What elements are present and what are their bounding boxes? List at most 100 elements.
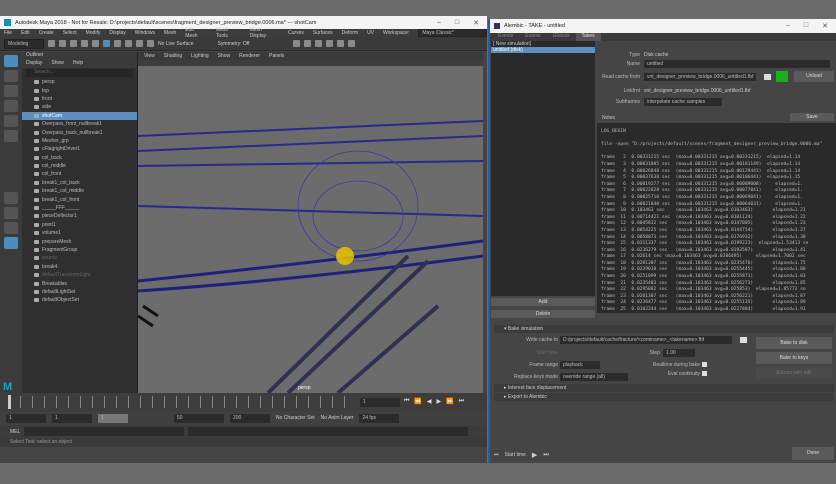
menu-windows[interactable]: Windows — [135, 30, 155, 36]
redo-icon[interactable] — [92, 40, 99, 47]
viewport-panel[interactable]: View Shading Lighting Show Renderer Pane… — [138, 52, 483, 393]
workspace-select[interactable]: Maya Classic* — [418, 29, 487, 37]
close-icon[interactable]: ✕ — [822, 22, 828, 30]
menu-select[interactable]: Select — [63, 30, 77, 36]
go-to-start-icon[interactable]: ⏮ — [404, 398, 409, 405]
range-slider-handle[interactable]: 1 — [98, 413, 128, 423]
viewport-menu-renderer[interactable]: Renderer — [239, 53, 260, 59]
outliner-item[interactable]: defaultObjectSet — [22, 296, 137, 304]
outliner-item[interactable]: col_middle — [22, 162, 137, 170]
snap-curve-icon[interactable] — [125, 40, 132, 47]
outliner-item[interactable]: defaultTransformLight — [22, 271, 137, 279]
tab-events-2[interactable]: Events — [519, 33, 546, 41]
outliner-item[interactable]: persp — [22, 78, 137, 86]
outliner-item[interactable]: break1_col_front — [22, 195, 137, 203]
outliner-item[interactable]: top — [22, 86, 137, 94]
viewport-menu-view[interactable]: View — [144, 53, 155, 59]
maximize-icon[interactable]: □ — [455, 19, 459, 27]
menu-mesh[interactable]: Mesh — [164, 30, 176, 36]
outliner-item[interactable]: Breakables — [22, 279, 137, 287]
mel-input[interactable] — [24, 427, 185, 436]
scale-tool-icon[interactable] — [4, 130, 18, 142]
anim-layer-select[interactable]: No Anim Layer — [321, 415, 354, 421]
outliner-item[interactable]: break1_col_back — [22, 179, 137, 187]
delete-button[interactable]: Delete — [491, 310, 595, 318]
rotate-tool-icon[interactable] — [4, 115, 18, 127]
current-frame-field[interactable]: 1 — [360, 398, 400, 407]
attribute-editor-icon[interactable] — [348, 40, 356, 47]
snap-view-icon[interactable] — [147, 40, 154, 47]
outliner-item[interactable]: col_front — [22, 170, 137, 178]
read-cache-input[interactable]: vnt_designer_preview_bridge.0006_untitle… — [644, 73, 756, 81]
play-icon[interactable]: ▶ — [532, 451, 537, 459]
outliner-item[interactable]: break1_col_middle — [22, 187, 137, 195]
hypershade-icon[interactable] — [326, 40, 334, 47]
outliner-layout-icon[interactable] — [4, 237, 18, 249]
symmetry-label[interactable]: Symmetry: Off — [218, 41, 250, 47]
folder-icon[interactable] — [764, 74, 771, 80]
character-set-select[interactable]: No Character Set — [276, 415, 315, 421]
outliner-item[interactable]: shotCam — [22, 111, 137, 120]
render-icon[interactable] — [293, 40, 301, 47]
outliner-item[interactable]: source — [22, 254, 137, 262]
tab-takes[interactable]: Takes — [575, 33, 601, 41]
menu-uv[interactable]: UV — [367, 30, 374, 36]
menu-create[interactable]: Create — [39, 30, 54, 36]
frame-range-select[interactable]: playback — [560, 361, 600, 369]
menu-mesh-display[interactable]: Mesh Display — [250, 27, 279, 39]
outliner-item[interactable]: Mesher_grp — [22, 137, 137, 145]
menu-surfaces[interactable]: Surfaces — [313, 30, 333, 36]
step-back-icon[interactable]: ◀ — [427, 398, 432, 405]
outliner-item[interactable]: col_back — [22, 154, 137, 162]
outliner-item[interactable]: volume1 — [22, 229, 137, 237]
paint-select-icon[interactable] — [4, 85, 18, 97]
step-back-key-icon[interactable]: ⏪ — [414, 398, 421, 405]
outliner-item[interactable]: point1 — [22, 221, 137, 229]
mel-label[interactable]: MEL — [10, 429, 20, 435]
outliner-item[interactable]: cFlagrightDriver1 — [22, 145, 137, 153]
replace-keys-select[interactable]: override range (all) — [560, 373, 628, 381]
select-hierarchy-icon[interactable] — [103, 40, 110, 47]
outliner-menu-help[interactable]: Help — [73, 60, 83, 68]
go-to-end-icon[interactable]: ⏭ — [459, 398, 464, 405]
timeline-ticks[interactable] — [8, 396, 353, 408]
step-forward-icon[interactable]: ⏩ — [446, 398, 453, 405]
step-input[interactable]: 1.00 — [663, 349, 695, 357]
fps-select[interactable]: 24 fps — [359, 413, 400, 423]
menu-modify[interactable]: Modify — [86, 30, 101, 36]
write-cache-input[interactable]: D:/projects/default/cache/fracture/<comi… — [560, 336, 732, 344]
save-scene-icon[interactable] — [70, 40, 77, 47]
log-output[interactable]: LOG_BEGIN file -open "D:/projects/default… — [597, 123, 836, 313]
outliner-item[interactable]: break4 — [22, 263, 137, 271]
close-icon[interactable]: ✕ — [473, 19, 479, 27]
new-scene-icon[interactable] — [48, 40, 55, 47]
move-tool-icon[interactable] — [4, 100, 18, 112]
playback-start-field[interactable]: 1 — [52, 413, 92, 423]
write-folder-icon[interactable] — [740, 337, 747, 343]
done-button[interactable]: Done — [792, 447, 834, 460]
menu-curves[interactable]: Curves — [288, 30, 304, 36]
animation-end-field[interactable]: 200 — [230, 413, 270, 423]
menu-edit[interactable]: Edit — [21, 30, 30, 36]
outliner-item[interactable]: front — [22, 95, 137, 103]
menu-deform[interactable]: Deform — [342, 30, 358, 36]
single-view-icon[interactable] — [4, 192, 18, 204]
step-forward-icon[interactable]: ⏭ — [543, 452, 548, 459]
outliner-item[interactable]: side — [22, 103, 137, 111]
ipr-render-icon[interactable] — [304, 40, 312, 47]
viewport-menu-panels[interactable]: Panels — [269, 53, 284, 59]
snap-grid-icon[interactable] — [114, 40, 121, 47]
eval-continuity-checkbox[interactable] — [702, 371, 707, 376]
modeling-toolkit-icon[interactable] — [337, 40, 345, 47]
go-to-start-icon[interactable]: ⏮ — [494, 452, 499, 458]
outliner-item[interactable]: FragmentGroup — [22, 246, 137, 254]
save-button[interactable]: Save — [790, 113, 834, 121]
select-tool-icon[interactable] — [4, 55, 18, 67]
outliner-item[interactable]: Overpass_back_nullbreak1 — [22, 128, 137, 136]
playback-end-field[interactable]: 50 — [174, 413, 224, 423]
add-button[interactable]: Add — [491, 298, 595, 306]
viewport-menu-show[interactable]: Show — [218, 53, 231, 59]
outliner-item[interactable]: defaultLightSet — [22, 288, 137, 296]
animation-start-field[interactable]: 1 — [6, 413, 46, 423]
play-icon[interactable]: ▶ — [437, 398, 442, 405]
